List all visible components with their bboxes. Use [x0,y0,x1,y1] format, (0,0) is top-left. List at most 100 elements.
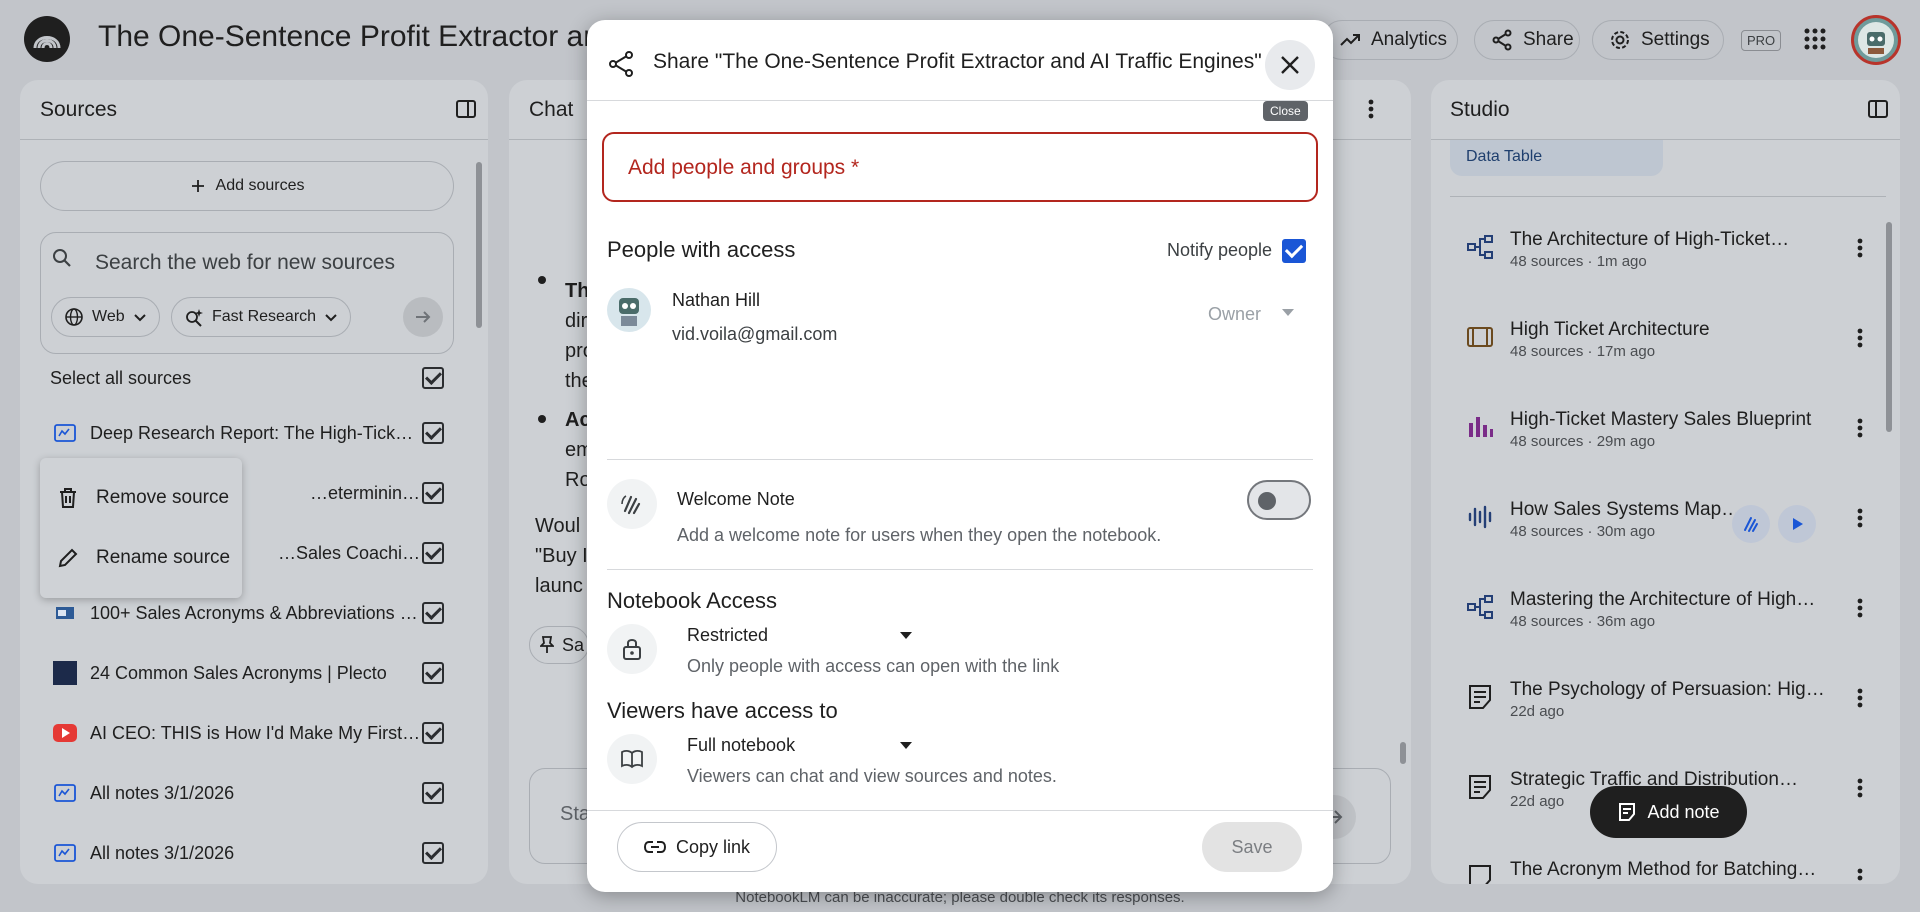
sources-scrollbar[interactable] [476,162,482,328]
save-to-note-button[interactable]: Sa [529,626,589,664]
studio-item-title: How Sales Systems Map… [1510,499,1741,520]
source-checkbox[interactable] [422,662,444,684]
analytics-button[interactable]: Analytics [1322,20,1458,60]
notify-people-checkbox[interactable] [1282,239,1306,263]
chat-text-fragment: "Buy I [535,545,588,567]
settings-button[interactable]: Settings [1592,20,1724,60]
notebook-access-select[interactable]: Restricted [687,625,927,653]
link-icon [643,840,666,854]
chevron-down-icon [324,310,338,324]
studio-item-title: The Architecture of High-Ticket… [1510,229,1790,250]
share-icon [1491,29,1513,51]
chat-text-fragment: launc [535,575,583,597]
chat-scrollbar[interactable] [1400,742,1406,764]
studio-item[interactable]: How Sales Systems Map… 48 sources · 30m … [1450,489,1890,559]
add-note-button[interactable]: Add note [1590,786,1747,838]
research-mode-dropdown[interactable]: Fast Research [171,297,352,337]
notebook-access-desc: Only people with access can open with th… [687,656,1060,676]
pro-badge: PRO [1741,30,1782,51]
add-people-input[interactable]: Add people and groups * [602,132,1318,202]
web-search-input[interactable]: Search the web for new sources [95,251,395,275]
welcome-note-toggle[interactable] [1247,480,1311,520]
play-icon[interactable] [1778,505,1816,543]
caret-down-icon [899,741,913,751]
studio-item[interactable]: High-Ticket Mastery Sales Blueprint 48 s… [1450,399,1890,469]
person-role: Owner [1208,304,1262,324]
source-checkbox[interactable] [422,782,444,804]
more-vert-icon[interactable] [1856,507,1864,529]
source-checkbox[interactable] [422,422,444,444]
viewers-access-select[interactable]: Full notebook [687,735,927,763]
submit-search-button[interactable] [403,297,443,337]
source-item[interactable]: 24 Common Sales Acronyms | Plecto [40,653,450,693]
share-button[interactable]: Share [1474,20,1580,60]
source-checkbox[interactable] [422,602,444,624]
more-vert-icon[interactable] [1856,687,1864,709]
youtube-icon [52,720,78,746]
source-label: 24 Common Sales Acronyms | Plecto [90,662,387,683]
research-chip-label: Fast Research [212,308,317,325]
welcome-note-desc: Add a welcome note for users when they o… [677,525,1162,545]
source-checkbox[interactable] [422,842,444,864]
note-icon [1466,683,1494,711]
studio-item-meta: 48 sources · 17m ago [1510,343,1656,360]
close-button[interactable] [1265,40,1315,90]
more-vert-icon[interactable] [1856,237,1864,259]
copy-link-button[interactable]: Copy link [617,822,777,872]
interactive-mode-icon[interactable] [1732,505,1770,543]
source-checkbox[interactable] [422,722,444,744]
share-label: Share [1523,29,1574,50]
source-label: 100+ Sales Acronyms & Abbreviations to K… [90,602,422,623]
account-avatar[interactable] [1851,15,1901,65]
source-item[interactable]: Deep Research Report: The High-Ticket Ar… [40,413,450,453]
source-item[interactable]: All notes 3/1/2026 [40,833,450,873]
lock-icon-wrap [607,624,657,674]
more-vert-icon[interactable] [1856,867,1864,884]
add-sources-button[interactable]: Add sources [40,161,454,211]
studio-title: Studio [1450,98,1510,121]
notebooklm-logo-icon[interactable] [24,16,70,62]
studio-item[interactable]: High Ticket Architecture 48 sources · 17… [1450,309,1890,379]
studio-item[interactable]: The Acronym Method for Batching… [1450,849,1890,884]
select-all-row[interactable]: Select all sources [40,358,450,398]
mindmap-icon [1466,593,1494,621]
share-dialog: Share "The One-Sentence Profit Extractor… [587,20,1333,892]
studio-item[interactable]: The Architecture of High-Ticket… 48 sour… [1450,219,1890,289]
more-vert-icon[interactable] [1856,597,1864,619]
studio-item-title: Mastering the Architecture of High… [1510,589,1816,610]
source-item[interactable]: All notes 3/1/2026 [40,773,450,813]
viewers-access-heading: Viewers have access to [607,698,838,723]
data-table-card[interactable]: Data Table [1450,140,1663,176]
analytics-label: Analytics [1371,29,1448,50]
source-checkbox[interactable] [422,542,444,564]
studio-item[interactable]: The Psychology of Persuasion: Hig… 22d a… [1450,669,1890,739]
wave-hand-icon [619,491,645,517]
report-icon [52,420,78,446]
research-spark-icon [184,307,204,327]
caret-down-icon [1281,308,1295,318]
audio-icon [1466,503,1494,531]
source-checkbox[interactable] [422,482,444,504]
chevron-down-icon [133,310,147,324]
caret-down-icon [899,631,913,641]
remove-source-item[interactable]: Remove source [40,468,242,528]
source-item[interactable]: AI CEO: THIS is How I'd Make My First Mi… [40,713,450,753]
studio-item[interactable]: Mastering the Architecture of High… 48 s… [1450,579,1890,649]
globe-icon [64,307,84,327]
source-item[interactable]: 100+ Sales Acronyms & Abbreviations to K… [40,593,450,633]
rename-source-item[interactable]: Rename source [40,528,242,588]
collapse-panel-icon[interactable] [455,98,477,120]
lock-icon [621,637,643,661]
more-vert-icon[interactable] [1367,98,1375,120]
copy-link-label: Copy link [675,836,751,857]
bullet-dot [538,415,546,423]
apps-grid-icon[interactable] [1803,27,1827,51]
select-all-checkbox[interactable] [422,367,444,389]
more-vert-icon[interactable] [1856,417,1864,439]
save-button[interactable]: Save [1202,822,1302,872]
web-source-dropdown[interactable]: Web [51,297,160,337]
collapse-panel-icon[interactable] [1867,98,1889,120]
more-vert-icon[interactable] [1856,777,1864,799]
sources-title: Sources [40,98,118,121]
more-vert-icon[interactable] [1856,327,1864,349]
